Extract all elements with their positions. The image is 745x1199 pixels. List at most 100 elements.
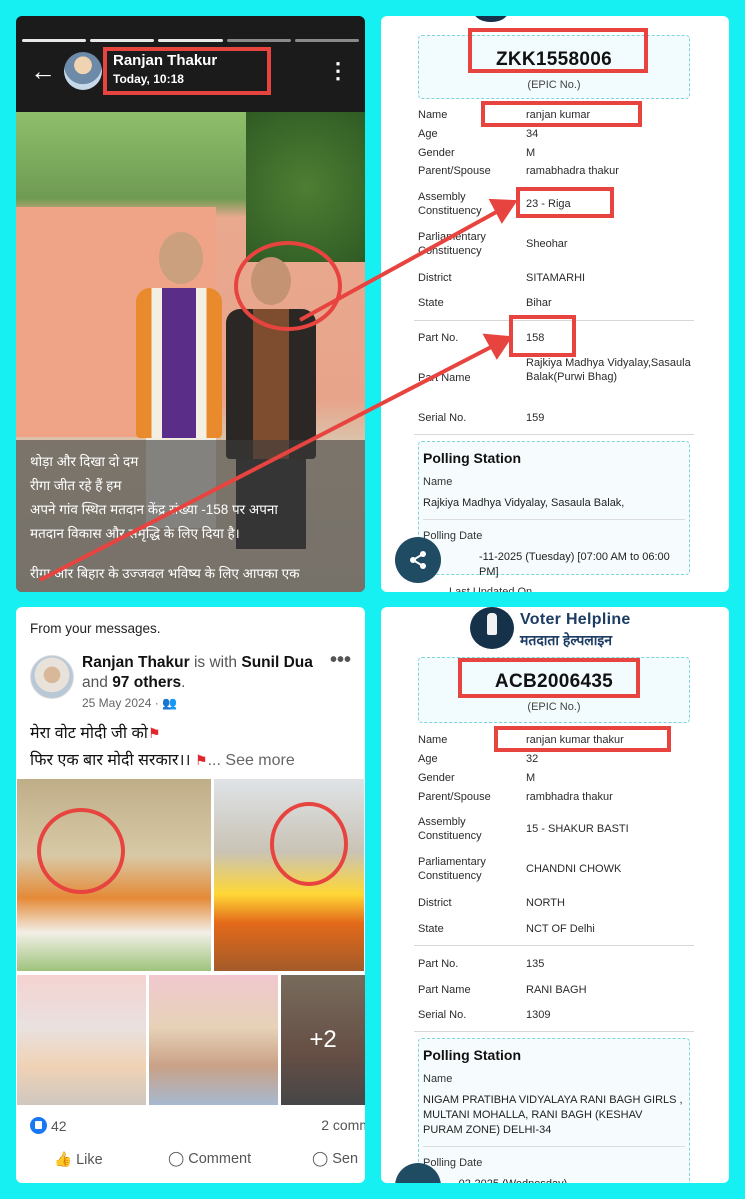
field-label: Gender: [418, 147, 455, 159]
caption-line: मतदान विकास और समृद्धि के लिए दिया है।: [30, 526, 240, 541]
polling-date-label: Polling Date: [423, 1157, 483, 1169]
status-caption: थोड़ा और दिखा दो दम रीगा जीत रहे हैं हम …: [16, 440, 365, 592]
field-label: Assembly Constituency: [418, 191, 482, 217]
and-text: and: [82, 674, 108, 691]
post-source-label: From your messages.: [30, 621, 161, 636]
poster-name[interactable]: Ranjan Thakur: [82, 654, 190, 671]
comment-icon: ◯: [168, 1151, 185, 1167]
field-label: Serial No.: [418, 1009, 467, 1021]
field-label: Part Name: [418, 372, 471, 384]
comment-button[interactable]: ◯ Comment: [168, 1151, 251, 1167]
divider: [414, 1031, 694, 1032]
others-link[interactable]: 97 others: [112, 674, 181, 691]
epic-number-box: ACB2006435 (EPIC No.): [418, 657, 690, 723]
more-options-icon[interactable]: •••: [330, 649, 351, 672]
field-value: Bihar: [526, 297, 552, 309]
field-label: Age: [418, 128, 438, 140]
see-more-link[interactable]: See more: [225, 752, 294, 769]
polling-station-name-label: Name: [423, 1073, 453, 1085]
voter-helpline-logo: [470, 607, 514, 649]
field-label: Parliamentary Constituency: [418, 231, 486, 257]
field-value: NCT OF Delhi: [526, 923, 595, 935]
brand-name-en: Voter Helpline: [520, 611, 631, 628]
field-label: District: [418, 272, 452, 284]
field-label: Part No.: [418, 958, 459, 970]
avatar[interactable]: [64, 52, 102, 90]
voter-helpline-logo-partial: [474, 16, 508, 22]
field-value: SITAMARHI: [526, 272, 586, 284]
back-arrow-icon[interactable]: ←: [30, 56, 56, 87]
field-label: District: [418, 897, 452, 909]
comment-count[interactable]: 2 comm: [321, 1117, 365, 1133]
post-text: मेरा वोट मोदी जी को⚑ फिर एक बार मोदी सरक…: [30, 725, 295, 769]
polling-station-card: Polling Station Name Rajkiya Madhya Vidy…: [418, 441, 690, 592]
caption-line: रीगा और बिहार के उज्जवल भविष्य के लिए आप…: [30, 566, 300, 581]
post-photo-3[interactable]: [17, 975, 146, 1105]
field-label: Parliamentary Constituency: [418, 856, 486, 882]
caption-line: अपने गांव स्थित मतदान केंद्र संख्या -158…: [30, 502, 278, 517]
field-value: ranjan kumar: [526, 109, 591, 121]
polling-station-name: Rajkiya Madhya Vidyalay, Sasaula Balak,: [423, 497, 625, 509]
send-button[interactable]: ◯ Sen: [312, 1151, 358, 1167]
polling-station-card: Polling Station Name NIGAM PRATIBHA VIDY…: [418, 1038, 690, 1183]
field-value: CHANDNI CHOWK: [526, 863, 622, 875]
avatar[interactable]: [30, 655, 74, 699]
epic-details-panel-2: Voter Helpline मतदाता हेल्पलाइन ACB20064…: [381, 607, 729, 1183]
field-value: Rajkiya Madhya Vidyalay,Sasaula Balak(Pu…: [526, 357, 691, 383]
epic-label: (EPIC No.): [527, 701, 581, 713]
more-options-icon[interactable]: ⋮: [327, 58, 349, 84]
reaction-count[interactable]: 42: [30, 1117, 67, 1134]
post-line-2: फिर एक बार मोदी सरकार।।: [30, 752, 191, 769]
more-photos-count[interactable]: +2: [281, 975, 365, 1105]
field-value: ramabhadra thakur: [526, 165, 619, 177]
epic-number: ZKK1558006: [495, 49, 613, 70]
field-value: 1309: [526, 1009, 551, 1021]
polling-station-name: NIGAM PRATIBHA VIDYALAYA RANI BAGH GIRLS…: [423, 1094, 683, 1136]
caption-line: थोड़ा और दिखा दो दम: [30, 454, 139, 469]
polling-station-title: Polling Station: [423, 1047, 521, 1063]
post-photo-4[interactable]: [149, 975, 278, 1105]
field-label: Serial No.: [418, 412, 467, 424]
polling-date: -02-2025 (Wednesday): [419, 1169, 689, 1183]
polling-station-title: Polling Station: [423, 450, 521, 466]
post-line-1: मेरा वोट मोदी जी को: [30, 725, 148, 742]
post-header: Ranjan Thakur is with Sunil Dua and 97 o…: [82, 654, 313, 691]
field-value: 34: [526, 128, 539, 140]
field-label: Name: [418, 734, 448, 746]
field-value: 158: [526, 332, 545, 344]
thumbs-up-icon: 👍: [54, 1152, 73, 1168]
field-value: M: [526, 772, 536, 784]
like-count: 42: [51, 1118, 67, 1134]
field-label: State: [418, 297, 444, 309]
field-value: M: [526, 147, 536, 159]
field-value: rambhadra thakur: [526, 791, 613, 803]
polling-date: -11-2025 (Tuesday) [07:00 AM to 06:00 PM…: [479, 551, 670, 578]
field-value: 135: [526, 958, 545, 970]
like-reaction-icon: [30, 1117, 47, 1134]
brand-name-hi: मतदाता हेल्पलाइन: [520, 632, 613, 648]
field-label: Parent/Spouse: [418, 165, 491, 177]
audience-icon: 👥: [162, 696, 178, 710]
post-photo-1[interactable]: [17, 779, 211, 971]
brand: Voter Helpline मतदाता हेल्पलाइन: [520, 611, 631, 650]
status-poster-name[interactable]: Ranjan Thakur: [113, 52, 217, 69]
field-value: 32: [526, 753, 539, 765]
story-progress-bars: [22, 39, 360, 42]
epic-details-panel-1: ZKK1558006 (EPIC No.) Name ranjan kumar A…: [381, 16, 729, 592]
post-date: 25 May 2024 · 👥: [82, 696, 177, 710]
field-value: Sheohar: [526, 238, 568, 250]
post-photo-2[interactable]: [214, 779, 364, 971]
comment-label: Comment: [188, 1151, 252, 1167]
messenger-icon: ◯: [312, 1151, 329, 1167]
last-updated-label: Last Updated On: [449, 586, 533, 592]
tagged-name[interactable]: Sunil Dua: [241, 654, 312, 671]
field-value: 15 - SHAKUR BASTI: [526, 823, 629, 835]
like-button[interactable]: 👍 Like: [54, 1151, 103, 1168]
share-button[interactable]: [395, 537, 441, 583]
flag-icon: ⚑: [147, 725, 161, 741]
epic-label: (EPIC No.): [527, 79, 581, 91]
field-value: RANI BAGH: [526, 984, 587, 996]
field-value: ranjan kumar thakur: [526, 734, 624, 746]
post-photo-5[interactable]: +2: [281, 975, 365, 1105]
with-text: is with: [193, 654, 238, 671]
